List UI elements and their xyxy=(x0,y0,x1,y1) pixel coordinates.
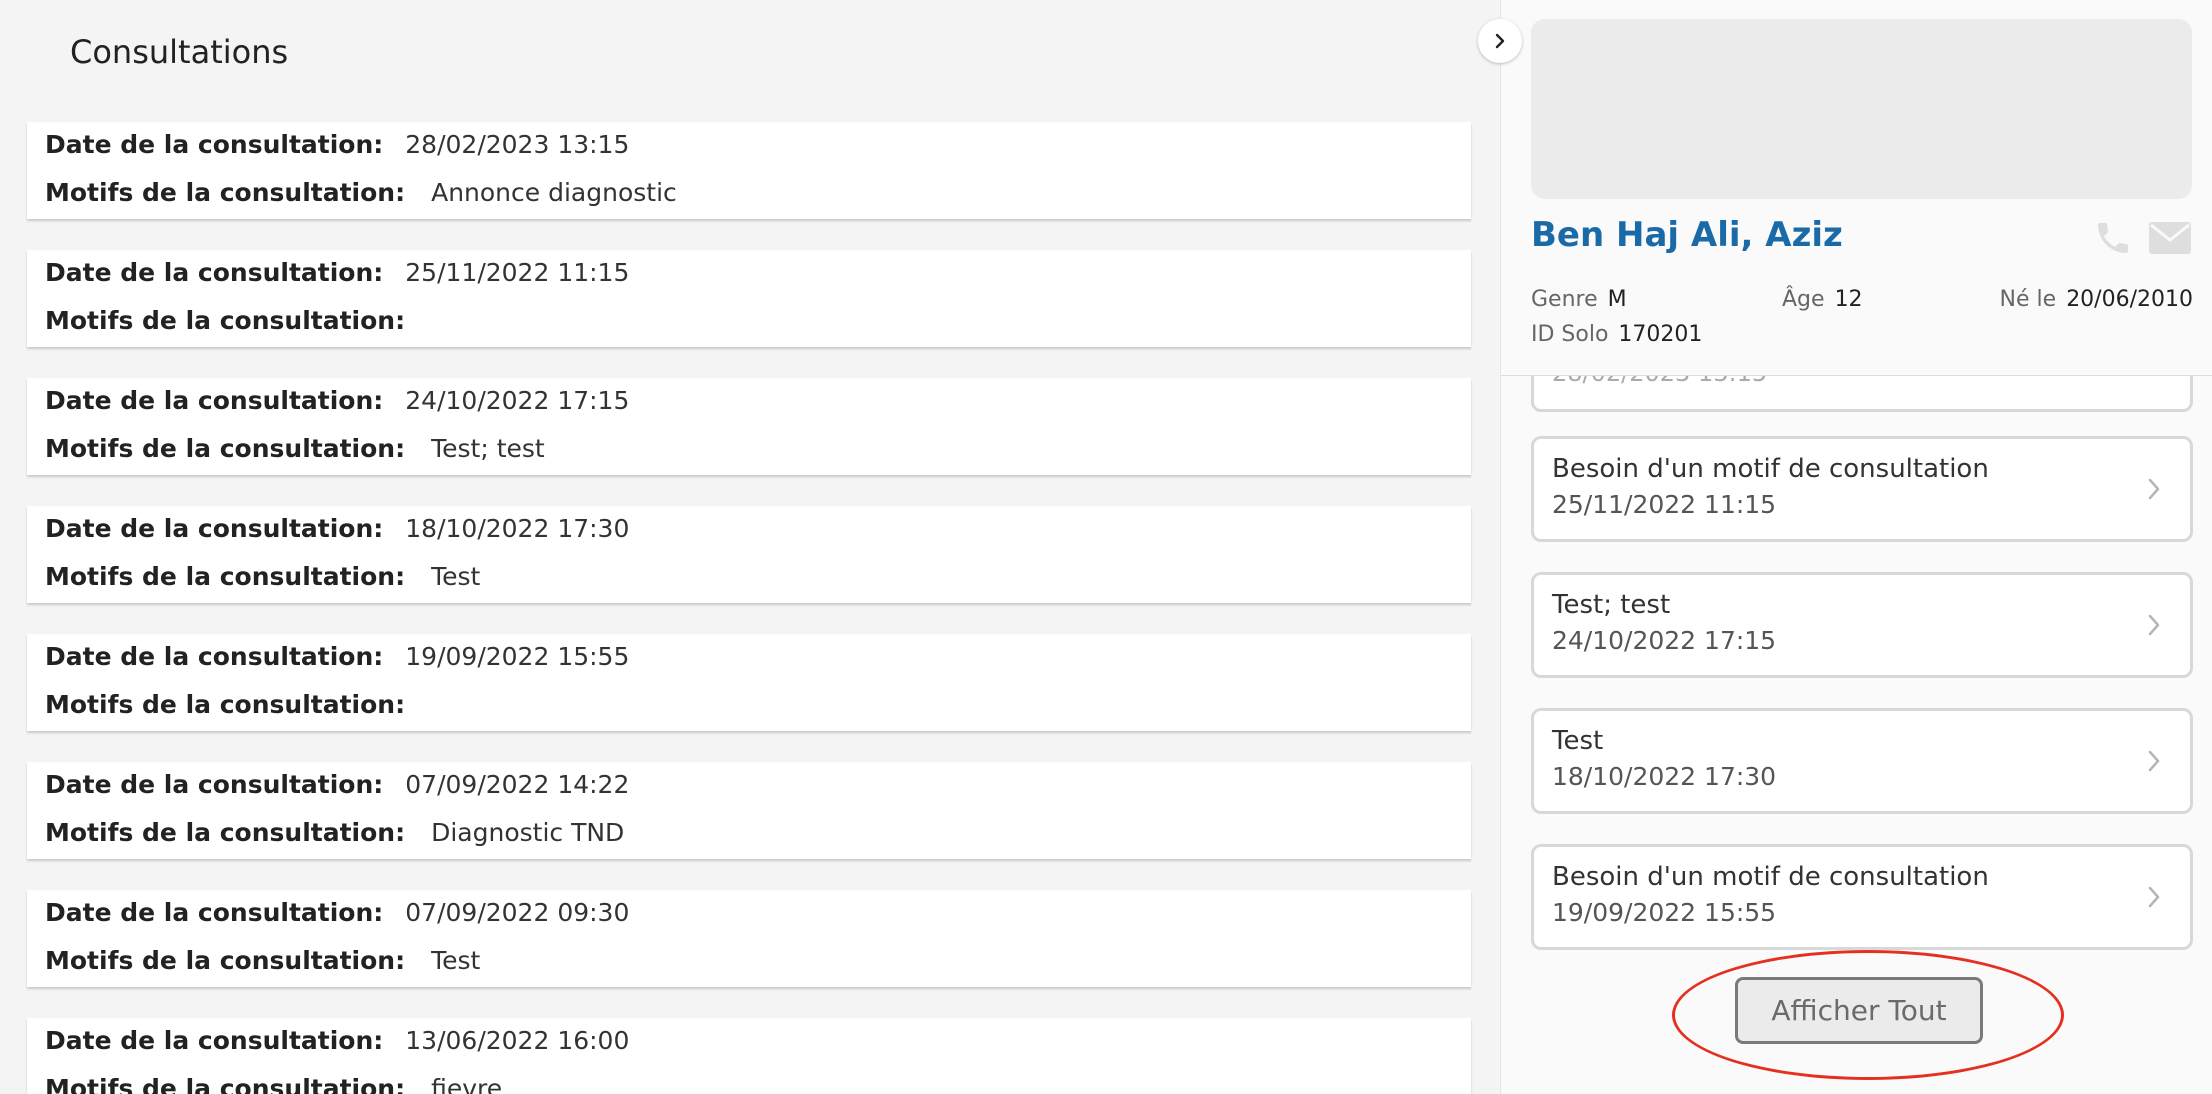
recent-consultation-card[interactable]: Besoin d'un motif de consultation 19/09/… xyxy=(1531,844,2193,950)
date-label: Date de la consultation: xyxy=(45,642,384,671)
consultation-card[interactable]: Date de la consultation: 28/02/2023 13:15… xyxy=(27,122,1471,219)
show-all-area: Afficher Tout xyxy=(1672,950,2064,1080)
patient-id: ID Solo 170201 xyxy=(1531,322,1702,347)
motif-label: Motifs de la consultation: xyxy=(45,306,406,335)
patient-birthdate: Né le 20/06/2010 xyxy=(2000,287,2193,312)
consultation-card[interactable]: Date de la consultation: 18/10/2022 17:30… xyxy=(27,506,1471,603)
age-value: 12 xyxy=(1834,287,1863,312)
consultation-date: 25/11/2022 11:15 xyxy=(405,258,630,287)
recent-consultation-card[interactable]: 28/02/2023 13:15 xyxy=(1531,376,2193,412)
consultation-date: 07/09/2022 14:22 xyxy=(405,770,630,799)
recent-consultation-list: 28/02/2023 13:15 Besoin d'un motif de co… xyxy=(1531,376,2193,1042)
recent-consultation-card[interactable]: Test; test 24/10/2022 17:15 xyxy=(1531,572,2193,678)
panel-toggle-button[interactable] xyxy=(1478,19,1522,63)
consultation-card[interactable]: Date de la consultation: 07/09/2022 09:30… xyxy=(27,890,1471,987)
id-value: 170201 xyxy=(1618,322,1703,347)
patient-name: Ben Haj Ali, Aziz xyxy=(1531,215,1843,255)
chevron-right-icon xyxy=(1495,33,1505,49)
id-label: ID Solo xyxy=(1531,322,1609,347)
date-label: Date de la consultation: xyxy=(45,130,384,159)
mail-icon[interactable] xyxy=(2149,222,2191,254)
recent-consultation-date: 28/02/2023 13:15 xyxy=(1552,376,1767,387)
motif-label: Motifs de la consultation: xyxy=(45,946,406,975)
show-all-button[interactable]: Afficher Tout xyxy=(1735,977,1983,1044)
consultation-card[interactable]: Date de la consultation: 25/11/2022 11:15… xyxy=(27,250,1471,347)
consultation-motif: Annonce diagnostic xyxy=(431,178,677,207)
motif-label: Motifs de la consultation: xyxy=(45,562,406,591)
phone-icon[interactable] xyxy=(2093,218,2133,258)
recent-consultation-date: 19/09/2022 15:55 xyxy=(1552,898,1777,927)
motif-label: Motifs de la consultation: xyxy=(45,690,406,719)
recent-consultation-title: Test xyxy=(1552,726,1604,756)
consultation-card[interactable]: Date de la consultation: 13/06/2022 16:00… xyxy=(27,1018,1471,1094)
page-title: Consultations xyxy=(70,33,289,71)
date-label: Date de la consultation: xyxy=(45,770,384,799)
consultation-motif: Test; test xyxy=(431,434,545,463)
consultation-date: 18/10/2022 17:30 xyxy=(405,514,630,543)
consultation-date: 19/09/2022 15:55 xyxy=(405,642,630,671)
date-label: Date de la consultation: xyxy=(45,514,384,543)
consultation-card[interactable]: Date de la consultation: 24/10/2022 17:15… xyxy=(27,378,1471,475)
recent-consultation-date: 25/11/2022 11:15 xyxy=(1552,490,1777,519)
recent-consultation-date: 24/10/2022 17:15 xyxy=(1552,626,1777,655)
chevron-right-icon xyxy=(2148,886,2160,908)
born-label: Né le xyxy=(1999,287,2057,312)
patient-photo xyxy=(1531,19,2192,199)
consultation-list: Date de la consultation: 28/02/2023 13:15… xyxy=(27,122,1471,1094)
chevron-right-icon xyxy=(2148,478,2160,500)
consultation-date: 24/10/2022 17:15 xyxy=(405,386,630,415)
consultation-motif: fievre xyxy=(431,1074,503,1094)
consultation-motif: Test xyxy=(431,946,481,975)
chevron-right-icon xyxy=(2148,614,2160,636)
patient-panel: Ben Haj Ali, Aziz Genre M Âge 12 Né le 20/0… xyxy=(1500,0,2212,1094)
motif-label: Motifs de la consultation: xyxy=(45,818,406,847)
age-label: Âge xyxy=(1782,287,1825,312)
patient-age: Âge 12 xyxy=(1782,287,1863,312)
consultation-motif: Test xyxy=(431,562,481,591)
date-label: Date de la consultation: xyxy=(45,898,384,927)
chevron-right-icon xyxy=(2148,750,2160,772)
consultation-date: 13/06/2022 16:00 xyxy=(405,1026,630,1055)
consultation-date: 07/09/2022 09:30 xyxy=(405,898,630,927)
consultation-date: 28/02/2023 13:15 xyxy=(405,130,630,159)
date-label: Date de la consultation: xyxy=(45,386,384,415)
gender-value: M xyxy=(1607,287,1627,312)
motif-label: Motifs de la consultation: xyxy=(45,178,406,207)
recent-consultation-card[interactable]: Test 18/10/2022 17:30 xyxy=(1531,708,2193,814)
consultations-panel: Consultations Date de la consultation: 28… xyxy=(0,0,1500,1094)
consultation-card[interactable]: Date de la consultation: 19/09/2022 15:55… xyxy=(27,634,1471,731)
born-value: 20/06/2010 xyxy=(2066,287,2193,312)
consultation-motif: Diagnostic TND xyxy=(431,818,625,847)
recent-consultation-title: Besoin d'un motif de consultation xyxy=(1552,454,1989,484)
patient-gender: Genre M xyxy=(1531,287,1627,312)
gender-label: Genre xyxy=(1531,287,1598,312)
consultation-card[interactable]: Date de la consultation: 07/09/2022 14:22… xyxy=(27,762,1471,859)
motif-label: Motifs de la consultation: xyxy=(45,1074,406,1094)
recent-consultation-date: 18/10/2022 17:30 xyxy=(1552,762,1777,791)
recent-consultation-card[interactable]: Besoin d'un motif de consultation 25/11/… xyxy=(1531,436,2193,542)
recent-consultation-title: Test; test xyxy=(1552,590,1671,620)
date-label: Date de la consultation: xyxy=(45,258,384,287)
motif-label: Motifs de la consultation: xyxy=(45,434,406,463)
recent-consultation-title: Besoin d'un motif de consultation xyxy=(1552,862,1989,892)
date-label: Date de la consultation: xyxy=(45,1026,384,1055)
